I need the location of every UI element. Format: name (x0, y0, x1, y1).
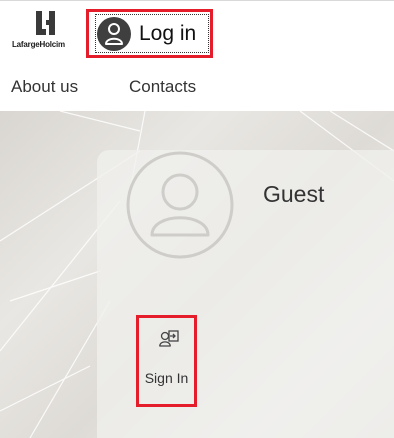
nav-contacts[interactable]: Contacts (129, 77, 196, 97)
logo-text: LafargeHolcim (12, 40, 65, 49)
nav-about-us[interactable]: About us (11, 77, 78, 97)
sign-in-icon (159, 330, 179, 347)
lafargeholcim-logo[interactable]: LafargeHolcim (12, 11, 82, 53)
login-focus-ring[interactable]: Log in (95, 14, 209, 53)
profile-name: Guest (263, 181, 325, 207)
guest-avatar-icon (126, 151, 234, 259)
hero-background: Guest Sign In (0, 111, 394, 438)
sign-in-label: Sign In (144, 370, 189, 386)
logo-mark-icon (36, 11, 55, 35)
top-divider (0, 0, 394, 1)
user-avatar-icon (97, 17, 131, 51)
profile-card: Guest Sign In (97, 150, 394, 438)
sign-in-button[interactable]: Sign In (136, 315, 197, 407)
login-button[interactable]: Log in (86, 9, 213, 58)
login-label: Log in (139, 22, 197, 45)
